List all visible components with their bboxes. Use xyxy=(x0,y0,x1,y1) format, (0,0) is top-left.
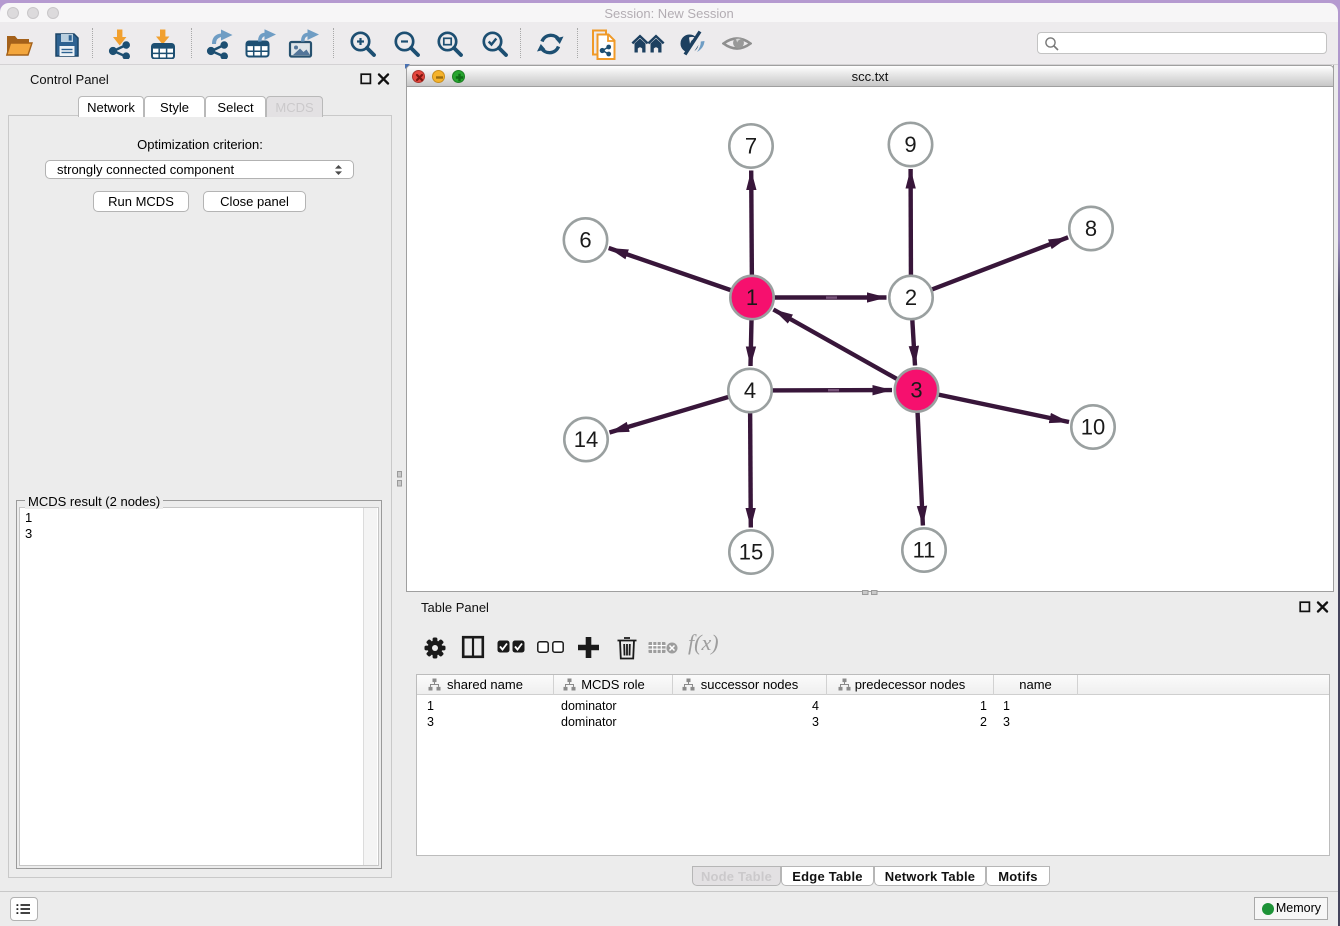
svg-text:14: 14 xyxy=(574,427,598,452)
svg-text:8: 8 xyxy=(1085,216,1097,241)
svg-text:15: 15 xyxy=(739,540,763,565)
svg-text:10: 10 xyxy=(1081,415,1105,440)
svg-text:11: 11 xyxy=(913,538,936,563)
svg-text:6: 6 xyxy=(579,228,591,253)
svg-text:7: 7 xyxy=(745,134,757,159)
svg-text:9: 9 xyxy=(904,132,916,157)
svg-text:3: 3 xyxy=(910,378,922,403)
svg-text:2: 2 xyxy=(905,285,917,310)
svg-text:4: 4 xyxy=(744,378,756,403)
svg-text:1: 1 xyxy=(746,285,758,310)
